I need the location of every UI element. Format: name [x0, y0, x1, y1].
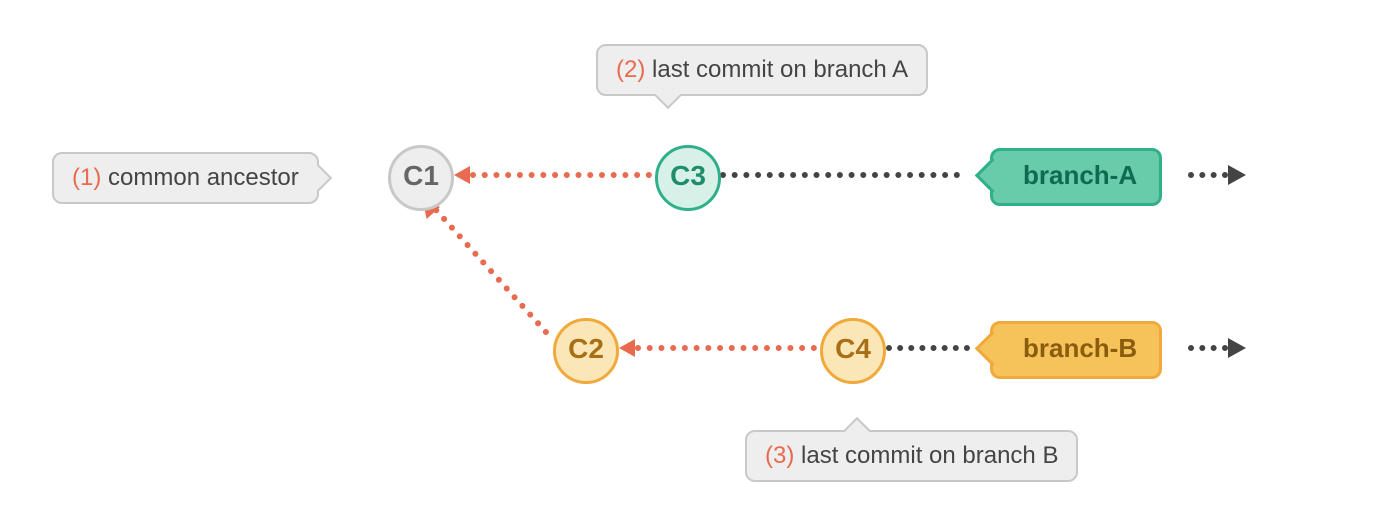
branch-notch	[975, 158, 1010, 193]
arrowhead-trail-b	[1228, 338, 1246, 358]
callout-notch	[304, 164, 332, 192]
edge-c3-c1	[470, 172, 652, 178]
callout-text: last commit on branch A	[645, 56, 908, 83]
callout-text: last commit on branch B	[794, 442, 1058, 469]
branch-tag-b: branch-B	[990, 321, 1162, 379]
branch-notch	[975, 331, 1010, 366]
edge-trail-b	[1188, 345, 1228, 351]
callout-number: (2)	[616, 56, 645, 83]
arrowhead-c4-c2	[619, 339, 635, 357]
edge-c4-c2	[635, 345, 817, 351]
callout-branch-b: (3) last commit on branch B	[745, 430, 1078, 482]
edge-c4-branch-b	[886, 345, 970, 351]
callout-text: common ancestor	[101, 164, 298, 191]
arrowhead-c3-c1	[454, 166, 470, 184]
commit-c1: C1	[388, 145, 454, 211]
edge-c2-c1	[432, 206, 550, 336]
callout-common-ancestor: (1) common ancestor	[52, 152, 319, 204]
callout-number: (1)	[72, 164, 101, 191]
edge-trail-a	[1188, 172, 1228, 178]
callout-notch	[654, 81, 682, 109]
callout-notch	[843, 417, 871, 445]
edge-c3-branch-a	[720, 172, 960, 178]
branch-tag-a: branch-A	[990, 148, 1162, 206]
branch-label: branch-A	[1023, 160, 1137, 190]
arrowhead-trail-a	[1228, 165, 1246, 185]
commit-c2: C2	[553, 318, 619, 384]
branch-label: branch-B	[1023, 333, 1137, 363]
callout-number: (3)	[765, 442, 794, 469]
callout-branch-a: (2) last commit on branch A	[596, 44, 928, 96]
commit-c3: C3	[655, 145, 721, 211]
commit-c4: C4	[820, 318, 886, 384]
